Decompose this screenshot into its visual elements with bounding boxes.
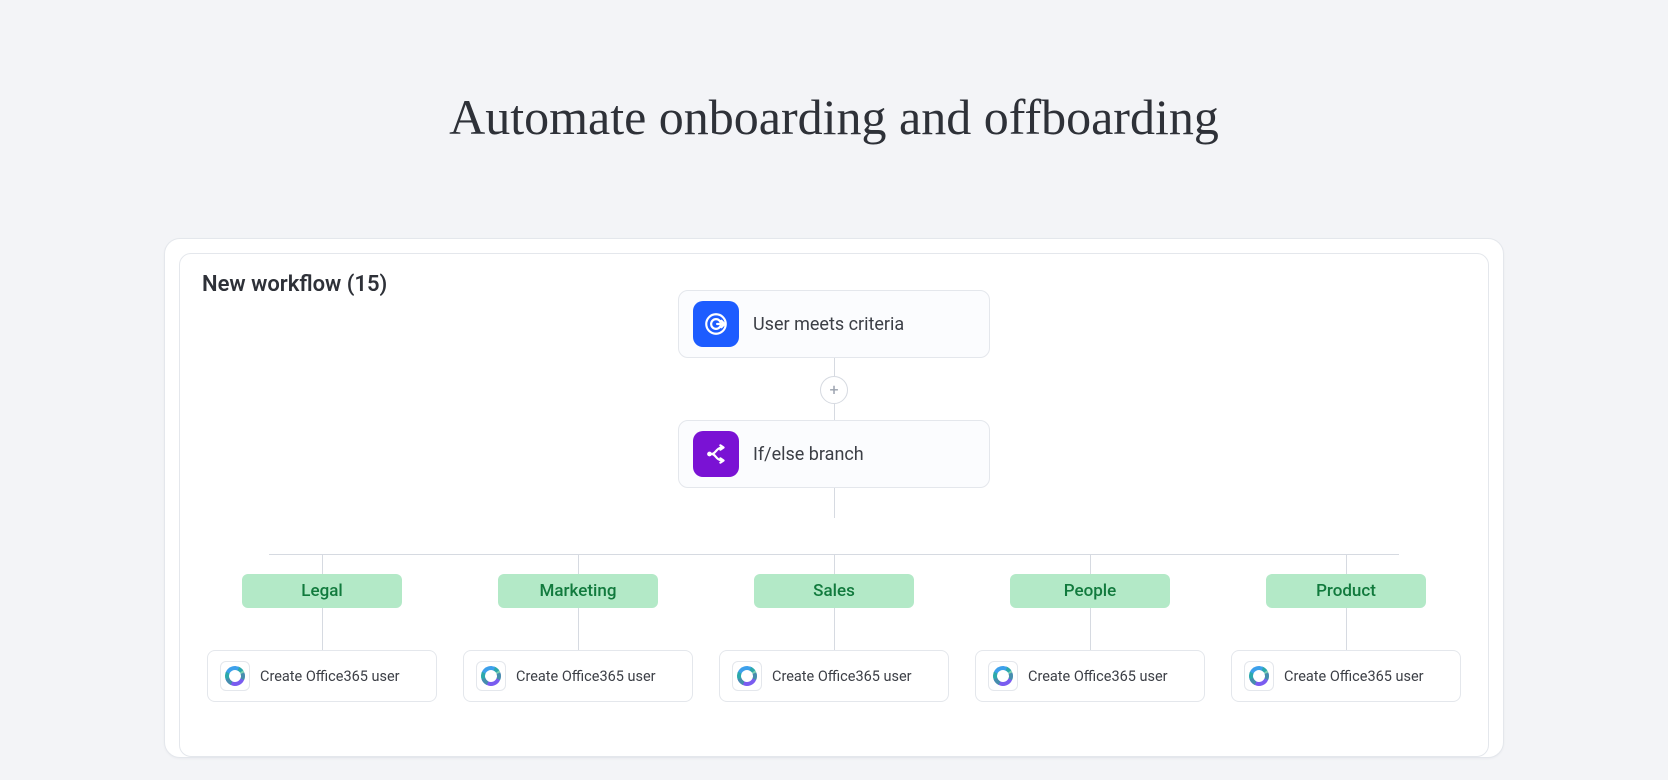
branch-column: Sales Create Office365 user — [718, 555, 950, 702]
action-node[interactable]: Create Office365 user — [463, 650, 693, 702]
action-label: Create Office365 user — [260, 668, 400, 685]
connector-line — [1090, 608, 1091, 650]
connector-line — [834, 608, 835, 650]
connector-line — [1346, 608, 1347, 650]
office365-icon — [476, 661, 506, 691]
workflow-canvas-inner: New workflow (15) User meets criteria — [179, 253, 1489, 757]
branch-column: People Create Office365 user — [974, 555, 1206, 702]
action-label: Create Office365 user — [1028, 668, 1168, 685]
branch-node[interactable]: If/else branch — [678, 420, 990, 488]
page-title: Automate onboarding and offboarding — [449, 88, 1219, 146]
office365-icon — [220, 661, 250, 691]
connector-line — [834, 404, 835, 420]
branch-column: Legal Create Office365 user — [206, 555, 438, 702]
branch-tag-marketing[interactable]: Marketing — [498, 574, 658, 608]
branch-container: Legal Create Office365 user Marketing Cr… — [180, 554, 1488, 702]
connector-line — [322, 608, 323, 650]
action-label: Create Office365 user — [772, 668, 912, 685]
branch-column: Product Create Office365 user — [1230, 555, 1462, 702]
branch-label: If/else branch — [753, 444, 864, 465]
flow-column: User meets criteria + — [674, 290, 994, 518]
action-node[interactable]: Create Office365 user — [719, 650, 949, 702]
connector-line — [834, 488, 835, 518]
trigger-node[interactable]: User meets criteria — [678, 290, 990, 358]
connector-line — [834, 358, 835, 376]
branch-tag-people[interactable]: People — [1010, 574, 1170, 608]
connector-line — [578, 608, 579, 650]
action-label: Create Office365 user — [1284, 668, 1424, 685]
trigger-label: User meets criteria — [753, 314, 904, 335]
branch-tag-legal[interactable]: Legal — [242, 574, 402, 608]
action-node[interactable]: Create Office365 user — [207, 650, 437, 702]
office365-icon — [1244, 661, 1274, 691]
branch-icon — [693, 431, 739, 477]
branch-tag-product[interactable]: Product — [1266, 574, 1426, 608]
plus-icon: + — [829, 382, 838, 398]
branch-column: Marketing Create Office365 user — [462, 555, 694, 702]
action-node[interactable]: Create Office365 user — [1231, 650, 1461, 702]
workflow-canvas: New workflow (15) User meets criteria — [164, 238, 1504, 758]
office365-icon — [732, 661, 762, 691]
target-icon — [693, 301, 739, 347]
action-label: Create Office365 user — [516, 668, 656, 685]
add-step-button[interactable]: + — [820, 376, 848, 404]
branch-tag-sales[interactable]: Sales — [754, 574, 914, 608]
action-node[interactable]: Create Office365 user — [975, 650, 1205, 702]
office365-icon — [988, 661, 1018, 691]
